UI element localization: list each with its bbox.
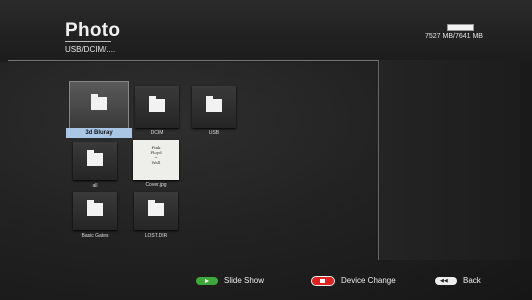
folder-label: USB [208,130,220,136]
folder-icon [148,200,164,216]
slide-show-label: Slide Show [224,276,265,285]
page-title: Photo [65,20,121,41]
folder-thumbnail [192,86,236,128]
handwriting-image: Pink Floyd ~ Wall [150,145,162,165]
folder-tile-usb[interactable]: USB [192,86,250,140]
folder-icon [87,150,103,166]
back-label: Back [463,276,481,285]
folder-thumbnail [73,192,117,230]
play-icon [196,276,218,285]
folder-icon [87,200,103,216]
folder-thumbnail [69,81,129,129]
header-bar: Photo USB/DCIM/.... 7527 MB/7641 MB [0,0,532,62]
folder-label: LOST.DIR [144,233,168,239]
device-change-button[interactable]: Device Change [311,276,396,286]
storage-usage-text: 7527 MB/7641 MB [425,33,483,40]
photo-tile-cover[interactable]: Pink Floyd ~ Wall Cover.jpg [133,140,191,194]
slide-show-button[interactable]: Slide Show [196,276,264,286]
folder-icon [149,96,165,112]
folder-thumbnail [134,192,178,230]
device-change-label: Device Change [341,276,396,286]
storage-usage-fill [448,25,473,30]
scrollbar-track[interactable] [520,62,532,260]
folder-label: Basic Gates [81,233,109,239]
folder-label: all [92,183,98,189]
photo-label: Cover.jpg [145,182,167,188]
breadcrumb-path: USB/DCIM/.... [65,45,116,54]
preview-panel [379,60,532,260]
folder-icon [91,94,107,110]
folder-thumbnail [73,142,117,180]
storage-usage-bar [447,24,474,31]
stop-icon [311,276,335,286]
folder-thumbnail [135,86,179,128]
photo-thumbnail: Pink Floyd ~ Wall [133,140,179,180]
folder-tile-3d-bluray[interactable]: 3d Bluray [66,81,132,138]
title-underline [65,41,111,42]
folder-icon [206,96,222,112]
folder-label: 3d Bluray [66,128,132,138]
back-button[interactable]: Back [435,276,481,286]
folder-tile-lost-dir[interactable]: LOST.DIR [134,192,192,246]
rewind-icon [435,276,457,285]
